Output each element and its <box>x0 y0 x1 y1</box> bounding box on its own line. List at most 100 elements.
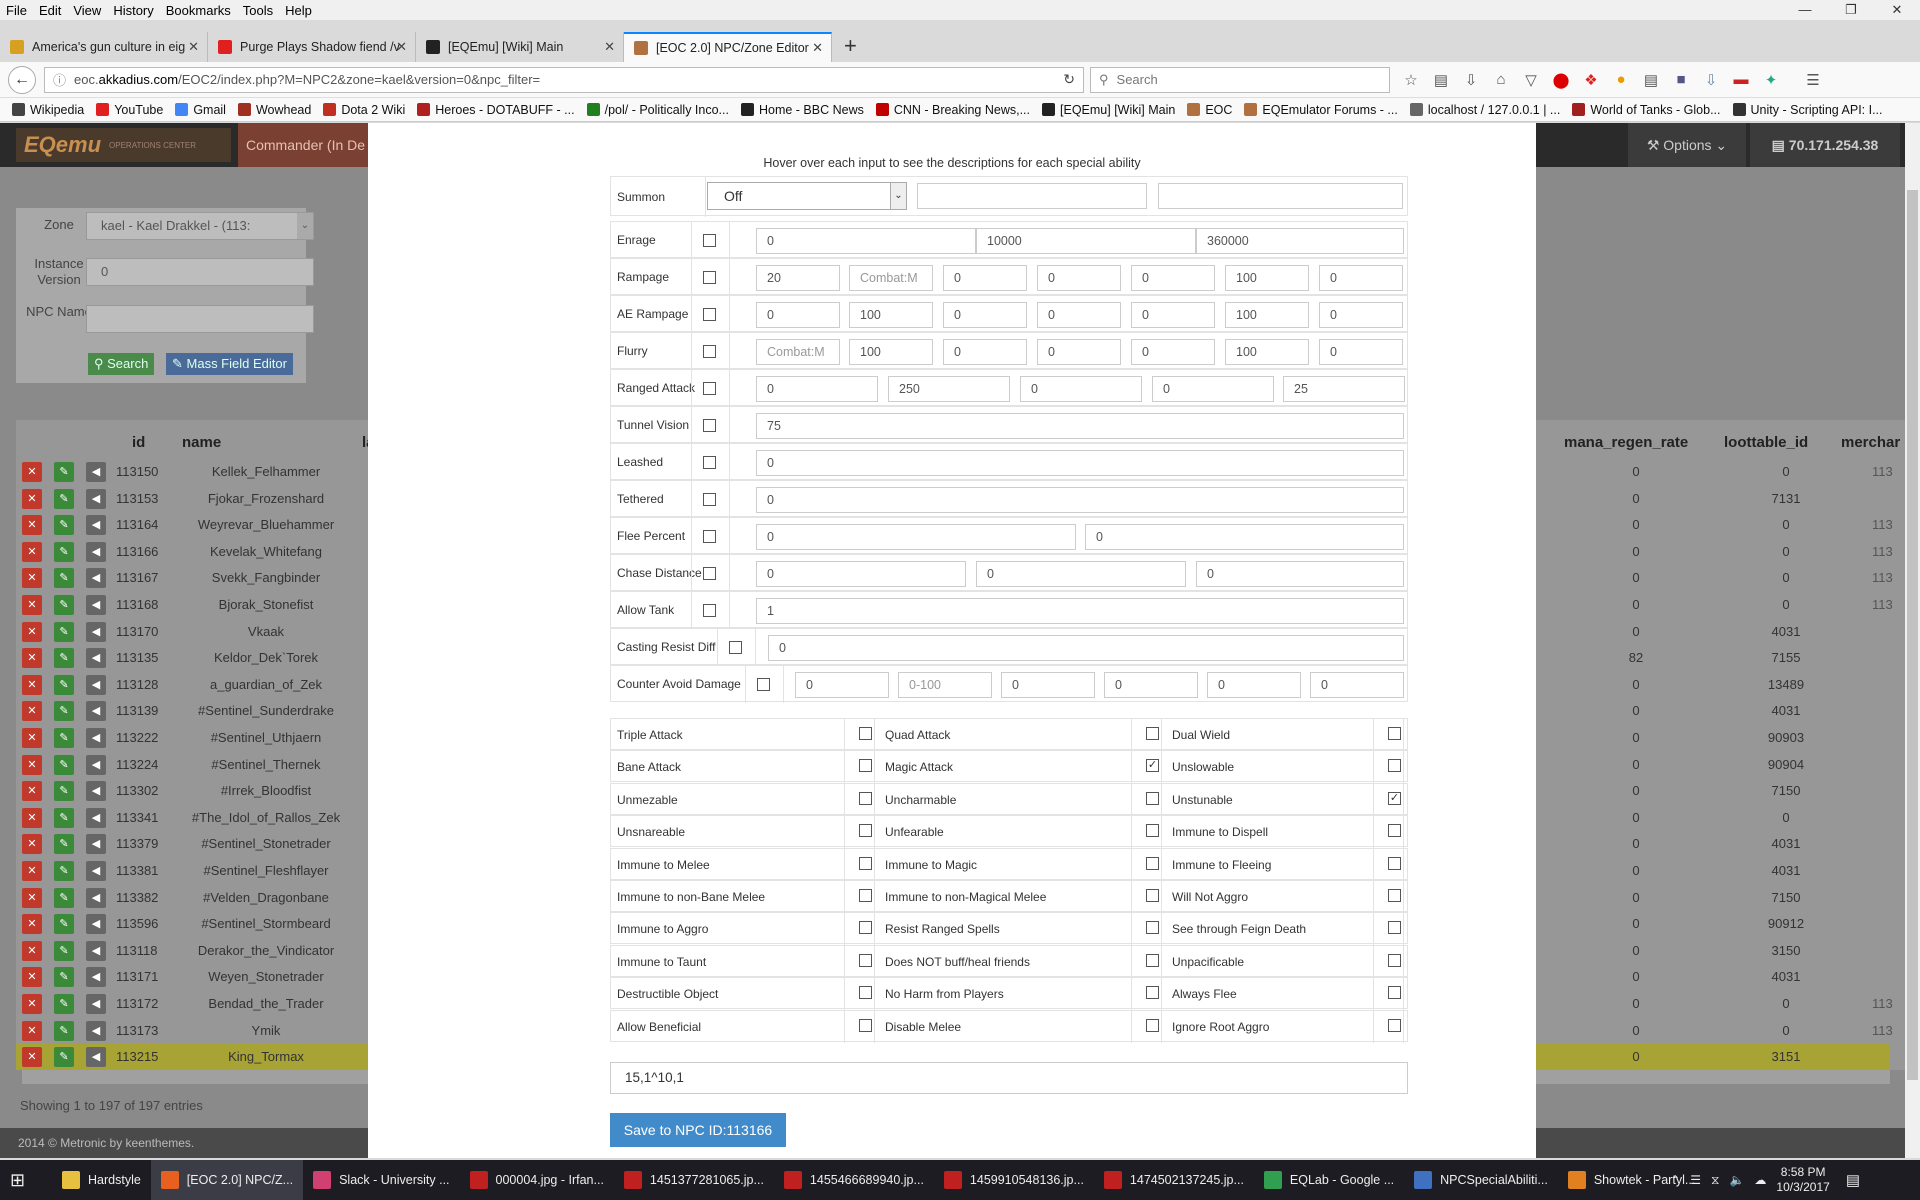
flag-checkbox[interactable] <box>1388 824 1401 838</box>
special-ability-icon[interactable]: ◀ <box>86 674 106 695</box>
col-loottable-id[interactable]: loottable_id <box>1724 434 1808 451</box>
taskbar-item-2[interactable]: Slack - University ... <box>303 1160 459 1200</box>
menu-item-tools[interactable]: Tools <box>237 3 279 18</box>
delete-icon[interactable]: ✕ <box>22 515 42 536</box>
taskbar-item-9[interactable]: NPCSpecialAbiliti... <box>1404 1160 1558 1200</box>
edit-icon[interactable]: ✎ <box>54 541 74 562</box>
ip-button[interactable]: ▤ 70.171.254.38 <box>1750 123 1900 167</box>
col-merchant[interactable]: merchar <box>1841 434 1900 451</box>
chevron-up-icon[interactable]: ⌃ <box>1670 1173 1680 1187</box>
delete-icon[interactable]: ✕ <box>22 940 42 961</box>
special-ability-icon[interactable]: ◀ <box>86 861 106 881</box>
counteravoid-input-2[interactable]: 0 <box>1001 672 1095 698</box>
aerampage-checkbox[interactable] <box>703 308 716 321</box>
bookmark-9[interactable]: [EQEmu] [Wiki] Main <box>1042 103 1175 117</box>
ranged-input-4[interactable]: 25 <box>1283 376 1405 402</box>
flag-checkbox[interactable] <box>1146 889 1159 902</box>
edit-icon[interactable]: ✎ <box>54 648 74 669</box>
summon-input-2[interactable] <box>1158 183 1403 209</box>
flurry-input-2[interactable]: 0 <box>943 339 1027 365</box>
special-ability-icon[interactable]: ◀ <box>86 488 106 509</box>
minimize-icon[interactable]: — <box>1782 0 1828 20</box>
edit-icon[interactable]: ✎ <box>54 887 74 908</box>
library-icon[interactable]: ▤ <box>1432 71 1450 89</box>
special-ability-icon[interactable]: ◀ <box>86 621 106 642</box>
flag-checkbox[interactable] <box>1388 759 1401 773</box>
edit-icon[interactable]: ✎ <box>54 861 74 881</box>
leashed-input-0[interactable]: 0 <box>756 450 1404 476</box>
delete-icon[interactable]: ✕ <box>22 754 42 775</box>
edit-icon[interactable]: ✎ <box>54 488 74 509</box>
chase-checkbox[interactable] <box>703 567 716 580</box>
edit-icon[interactable]: ✎ <box>54 914 74 935</box>
aerampage-input-5[interactable]: 100 <box>1225 302 1309 328</box>
delete-icon[interactable]: ✕ <box>22 887 42 908</box>
tunnel-checkbox[interactable] <box>703 419 716 432</box>
delete-icon[interactable]: ✕ <box>22 621 42 642</box>
bookmark-10[interactable]: EOC <box>1187 103 1232 117</box>
delete-icon[interactable]: ✕ <box>22 914 42 935</box>
flag-checkbox[interactable] <box>1146 921 1159 935</box>
edit-icon[interactable]: ✎ <box>54 940 74 961</box>
clipboard-icon[interactable]: ▤ <box>1642 71 1660 89</box>
taskbar-item-1[interactable]: [EOC 2.0] NPC/Z... <box>150 1160 304 1200</box>
special-ability-icon[interactable]: ◀ <box>86 781 106 802</box>
flag-checkbox[interactable] <box>1146 791 1159 805</box>
aerampage-input-0[interactable]: 0 <box>756 302 840 328</box>
network-icon[interactable]: ☰ <box>1690 1173 1701 1187</box>
special-ability-icon[interactable]: ◀ <box>86 967 106 988</box>
edit-icon[interactable]: ✎ <box>54 754 74 775</box>
delete-icon[interactable]: ✕ <box>22 541 42 562</box>
flag-checkbox[interactable] <box>1388 986 1401 1000</box>
flag-checkbox[interactable] <box>1146 824 1159 838</box>
addon-icon[interactable]: ❖ <box>1582 71 1600 89</box>
special-ability-icon[interactable]: ◀ <box>86 807 106 828</box>
bookmark-13[interactable]: World of Tanks - Glob... <box>1572 103 1721 117</box>
home-icon[interactable]: ⌂ <box>1492 71 1510 89</box>
taskbar-item-0[interactable]: Hardstyle <box>52 1160 151 1200</box>
flee-input-0[interactable]: 0 <box>756 524 1076 550</box>
flag-checkbox[interactable] <box>859 759 872 773</box>
counteravoid-checkbox[interactable] <box>757 678 770 691</box>
aerampage-input-2[interactable]: 0 <box>943 302 1027 328</box>
taskbar-item-3[interactable]: 000004.jpg - Irfan... <box>460 1160 614 1200</box>
bookmark-12[interactable]: localhost / 127.0.0.1 | ... <box>1409 103 1560 117</box>
flag-checkbox[interactable] <box>859 856 872 870</box>
rampage-input-0[interactable]: 20 <box>756 265 840 291</box>
rampage-input-3[interactable]: 0 <box>1037 265 1121 291</box>
special-ability-icon[interactable]: ◀ <box>86 595 106 615</box>
menu-item-bookmarks[interactable]: Bookmarks <box>160 3 237 18</box>
pocket-icon[interactable]: ▽ <box>1522 71 1540 89</box>
flag-checkbox[interactable] <box>1146 953 1159 967</box>
close-tab-icon[interactable]: ✕ <box>604 39 615 55</box>
browser-tab-0[interactable]: America's gun culture in eig ✕ <box>0 32 208 62</box>
flee-input-1[interactable]: 0 <box>1085 524 1404 550</box>
back-button-icon[interactable]: ← <box>8 65 36 94</box>
close-tab-icon[interactable]: ✕ <box>188 39 199 55</box>
col-name[interactable]: name <box>182 434 221 451</box>
delete-icon[interactable]: ✕ <box>22 967 42 988</box>
chase-input-2[interactable]: 0 <box>1196 561 1404 587</box>
flag-checkbox[interactable] <box>1146 856 1159 870</box>
leashed-checkbox[interactable] <box>703 456 716 469</box>
enrage-input-0[interactable]: 0 <box>756 228 976 254</box>
flag-checkbox[interactable] <box>859 791 872 805</box>
edit-icon[interactable]: ✎ <box>54 515 74 536</box>
delete-icon[interactable]: ✕ <box>22 781 42 802</box>
instance-input[interactable]: 0 <box>86 258 314 286</box>
flag-checkbox[interactable] <box>859 727 872 740</box>
flag-checkbox[interactable] <box>859 824 872 838</box>
options-button[interactable]: ⚒ Options ⌄ <box>1628 123 1746 167</box>
hamburger-menu-icon[interactable]: ☰ <box>1804 71 1822 89</box>
taskbar-item-7[interactable]: 1474502137245.jp... <box>1094 1160 1254 1200</box>
npcname-input[interactable] <box>86 305 314 333</box>
bookmark-7[interactable]: Home - BBC News <box>740 103 864 117</box>
counteravoid-input-4[interactable]: 0 <box>1207 672 1301 698</box>
flag-checkbox[interactable] <box>859 921 872 935</box>
browser-tab-2[interactable]: [EQEmu] [Wiki] Main ✕ <box>416 32 624 62</box>
flag-checkbox[interactable] <box>1388 727 1401 740</box>
bookmark-14[interactable]: Unity - Scripting API: I... <box>1732 103 1883 117</box>
flag-checkbox[interactable]: ✓ <box>1388 791 1401 805</box>
delete-icon[interactable]: ✕ <box>22 728 42 748</box>
special-ability-icon[interactable]: ◀ <box>86 754 106 775</box>
